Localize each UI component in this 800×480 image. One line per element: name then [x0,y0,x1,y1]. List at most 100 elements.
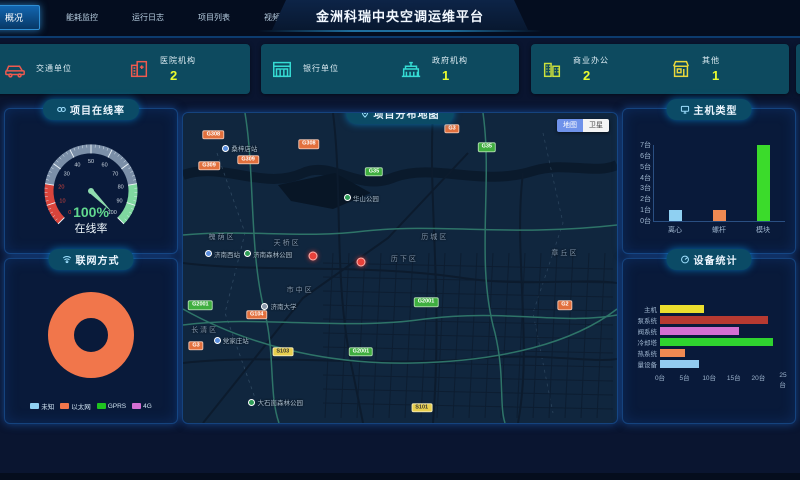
online-rate-gauge: 0102030405060708090100100%在线率 [16,129,166,244]
y-tick-label: 5台 [640,162,651,172]
x-tick-label: 25台 [779,372,786,389]
legend-swatch [60,403,69,409]
bar [660,305,704,313]
device-stats-bar-chart: 主机泵系统阀系统冷却塔热系统量设备0台5台10台15台20台25台 [629,305,783,382]
map-canvas[interactable]: G308G309G309G308G3G35G35G2001G2001G2001G… [183,113,617,423]
legend-item[interactable]: 4G [132,401,152,411]
x-tick-label: 10台 [702,372,716,382]
stat-item-other: 其他 1 [660,55,789,83]
x-tick-label: 20台 [752,372,766,382]
host-type-header: 主机类型 [667,99,752,120]
district-label: 历下区 [391,254,418,264]
legend-label: GPRS [108,403,126,410]
tab-run-log[interactable]: 运行日志 [122,8,174,27]
station-poi-icon [214,337,221,344]
svg-text:70: 70 [112,171,118,177]
station-poi-icon [222,145,229,152]
road-badge: G3 [444,124,459,134]
svg-text:80: 80 [118,184,124,190]
host-type-bar-chart: 0台1台2台3台4台5台6台7台 离心螺杆模块 [631,145,787,249]
bar [660,316,768,324]
chart-row: 主机 [629,305,783,313]
y-tick-label: 7台 [640,140,651,150]
svg-text:100: 100 [108,210,117,216]
svg-text:100%: 100% [73,204,109,220]
stat-card-transport-hospital[interactable]: 交通单位 医院机构 2 [0,44,250,94]
bar [660,349,685,357]
panel-title: 设备统计 [694,252,738,267]
x-tick-label: 离心 [668,225,682,235]
platform-title-banner: 金洲科瑞中央空调运维平台 [272,0,528,30]
bank-icon [271,58,293,80]
tab-overview[interactable]: 概况 [0,5,40,30]
bar-track [660,316,783,324]
bar-track [660,338,783,346]
legend-swatch [30,403,39,409]
monitor-icon [681,105,690,114]
panel-title: 联网方式 [76,252,120,267]
bar-track [660,305,783,313]
device-stats-header: 设备统计 [667,249,752,270]
stat-card-office-other[interactable]: 商业办公 2 其他 1 [531,44,789,94]
map-poi: 桑梓店站 [222,143,257,153]
category-label: 热系统 [629,348,660,358]
stat-value: 2 [583,68,609,83]
road-badge: S103 [272,347,293,357]
tab-energy-monitor[interactable]: 能耗监控 [56,8,108,27]
office-icon [541,58,563,80]
y-tick-label: 1台 [640,205,651,215]
stat-label: 医院机构 [160,55,196,66]
x-axis: 0台5台10台15台20台25台 [660,372,783,382]
chart-row: 泵系统 [629,316,783,324]
legend-item[interactable]: GPRS [97,401,126,411]
road-badge: G2001 [188,300,213,310]
stat-label: 交通单位 [36,63,72,74]
bar [660,360,699,368]
x-tick-label: 5台 [680,372,690,382]
plot-area [653,145,785,222]
chart-row: 热系统 [629,349,783,357]
svg-text:10: 10 [59,198,65,204]
road-badge: G35 [365,167,383,177]
network-header: 联网方式 [49,249,134,270]
svg-text:在线率: 在线率 [75,221,108,235]
map-poi: 济南大学 [261,301,296,311]
map-header: 项目分布地图 [347,112,454,124]
top-bar: 概况 能耗监控 运行日志 项目列表 视频监控 金洲科瑞中央空调运维平台 [0,0,800,38]
stat-item-office: 商业办公 2 [531,55,660,83]
svg-text:60: 60 [102,162,108,168]
district-label: 历城区 [421,232,448,242]
hospital-icon [128,58,150,80]
svg-text:40: 40 [74,162,80,168]
road-badge: G3 [188,341,203,351]
panel-online-rate: 项目在线率 0102030405060708090100100%在线率 [4,108,178,254]
project-marker[interactable] [309,251,318,260]
legend-label: 未知 [41,401,54,411]
category-label: 冷却塔 [629,337,660,347]
tab-project-list[interactable]: 项目列表 [188,8,240,27]
bar [757,145,770,221]
district-label: 市中区 [287,285,314,295]
chart-row: 量设备 [629,360,783,368]
chain-icon [57,105,66,114]
category-label: 泵系统 [629,315,660,325]
project-marker[interactable] [356,257,365,266]
satellite-mode-button[interactable]: 卫星 [583,119,609,132]
legend-item[interactable]: 未知 [30,401,54,411]
stat-card-bank-government[interactable]: 银行单位 政府机构 1 [261,44,519,94]
bar-track [660,349,783,357]
bar [713,210,726,221]
legend-label: 4G [143,403,152,410]
station-poi-icon [205,250,212,257]
x-tick-label: 模块 [756,225,770,235]
stat-value: 1 [712,68,720,83]
map-poi: 大石崮森林公园 [248,397,303,407]
network-donut-chart [39,283,143,387]
map-mode-button[interactable]: 地图 [557,119,583,132]
legend-label: 以太网 [71,401,91,411]
government-icon [400,58,422,80]
stat-item-government: 政府机构 1 [390,55,519,83]
legend-item[interactable]: 以太网 [60,401,91,411]
title-accent-line [258,30,542,32]
online-rate-header: 项目在线率 [43,99,139,120]
